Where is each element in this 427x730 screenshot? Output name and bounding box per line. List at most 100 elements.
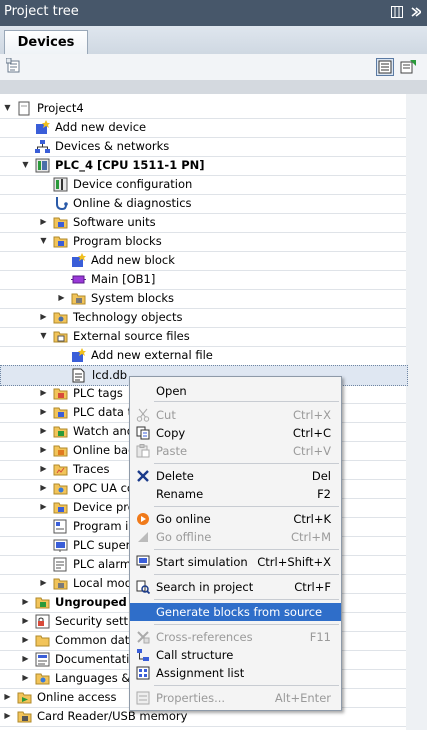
menu-item-cross-references[interactable]: Cross-references F11: [130, 628, 341, 646]
tree-item-program-blocks[interactable]: ▼ Program blocks: [0, 232, 406, 252]
alarm-text-icon: [53, 557, 68, 572]
tree-item-label: Online bac: [73, 443, 135, 457]
tree-item-label: Devices & networks: [55, 139, 170, 153]
tree-item-online-diagnostics[interactable]: Online & diagnostics: [0, 194, 406, 214]
menu-separator: [154, 685, 339, 686]
collapsed-arrow-icon[interactable]: ▶: [39, 312, 48, 321]
expanded-arrow-icon[interactable]: ▼: [3, 103, 12, 112]
collapsed-arrow-icon[interactable]: ▶: [3, 711, 12, 720]
menu-item-generate-blocks[interactable]: Generate blocks from source: [130, 603, 341, 621]
tree-item-label: Device configuration: [73, 177, 193, 191]
tab-devices[interactable]: Devices: [4, 30, 88, 55]
tree-item-label: lcd.db: [92, 368, 128, 382]
menu-item-label: Assignment list: [156, 666, 245, 680]
go-offline-icon: [136, 530, 150, 544]
collapsed-arrow-icon[interactable]: ▶: [39, 483, 48, 492]
menu-shortcut: Ctrl+C: [292, 426, 331, 440]
collapsed-arrow-icon[interactable]: ▶: [39, 217, 48, 226]
tree-item-add-new-external-file[interactable]: Add new external file: [0, 346, 406, 366]
simulation-icon: [136, 555, 150, 569]
collapsed-arrow-icon[interactable]: ▶: [3, 692, 12, 701]
tree-item-label: Watch and: [73, 424, 135, 438]
collapsed-arrow-icon[interactable]: ▶: [21, 616, 30, 625]
menu-item-label: Properties...: [156, 691, 226, 705]
collapsed-arrow-icon[interactable]: ▶: [39, 464, 48, 473]
tree-item-technology-objects[interactable]: ▶ Technology objects: [0, 308, 406, 328]
tree-item-label: External source files: [73, 329, 190, 343]
menu-item-label: Delete: [156, 469, 194, 483]
tree-item-software-units[interactable]: ▶ Software units: [0, 213, 406, 233]
tree-item-label: Documentatio: [55, 652, 137, 666]
menu-item-paste[interactable]: Paste Ctrl+V: [130, 442, 341, 460]
tree-item-main-ob1[interactable]: Main [OB1]: [0, 270, 406, 290]
tree-item-device-configuration[interactable]: Device configuration: [0, 175, 406, 195]
tree-item-label: PLC tags: [73, 386, 123, 400]
tree-item-label: OPC UA co: [73, 481, 134, 495]
collapsed-arrow-icon[interactable]: ▶: [21, 597, 30, 606]
collapsed-arrow-icon[interactable]: ▶: [39, 445, 48, 454]
collapsed-arrow-icon[interactable]: ▶: [39, 407, 48, 416]
folder-icon: [53, 443, 68, 458]
add-block-icon: [71, 253, 86, 268]
plc-icon: [35, 158, 50, 173]
menu-item-open[interactable]: Open: [130, 382, 341, 400]
export-icon[interactable]: [400, 58, 418, 76]
tree-item-label: Languages &: [55, 671, 131, 685]
tree-item-label: Program in: [73, 519, 136, 533]
panel-titlebar: Project tree: [0, 0, 427, 26]
overview-view-icon[interactable]: [376, 58, 394, 76]
menu-item-label: Copy: [156, 426, 186, 440]
menu-item-label: Go offline: [156, 530, 212, 544]
folder-icon: [35, 595, 50, 610]
tree-item-label: Project4: [37, 101, 84, 115]
collapsed-arrow-icon[interactable]: ▶: [21, 673, 30, 682]
menu-item-call-structure[interactable]: Call structure: [130, 646, 341, 664]
menu-item-assignment-list[interactable]: Assignment list: [130, 664, 341, 682]
menu-item-delete[interactable]: Delete Del: [130, 467, 341, 485]
tree-item-devices-networks[interactable]: Devices & networks: [0, 137, 406, 157]
project-icon: [17, 101, 32, 116]
collapsed-arrow-icon[interactable]: ▶: [39, 388, 48, 397]
tree-item-plc4[interactable]: ▼ PLC_4 [CPU 1511-1 PN]: [0, 156, 406, 176]
folder-icon: [53, 481, 68, 496]
add-device-icon: [35, 120, 50, 135]
tree-item-project4[interactable]: ▼ Project4: [0, 99, 406, 119]
menu-shortcut: Del: [311, 469, 331, 483]
expanded-arrow-icon[interactable]: ▼: [39, 331, 48, 340]
menu-item-properties[interactable]: Properties... Alt+Enter: [130, 689, 341, 707]
window-split-icon[interactable]: [390, 6, 403, 19]
tree-item-add-new-device[interactable]: Add new device: [0, 118, 406, 138]
menu-separator: [154, 624, 339, 625]
menu-item-go-offline[interactable]: Go offline Ctrl+M: [130, 528, 341, 546]
collapse-panel-icon[interactable]: [408, 6, 422, 19]
menu-item-rename[interactable]: Rename F2: [130, 485, 341, 503]
expanded-arrow-icon[interactable]: ▼: [21, 160, 30, 169]
collapsed-arrow-icon[interactable]: ▶: [21, 635, 30, 644]
folder-icon: [53, 462, 68, 477]
menu-item-search-in-project[interactable]: Search in project Ctrl+F: [130, 578, 341, 596]
tree-item-add-new-block[interactable]: Add new block: [0, 251, 406, 271]
collapsed-arrow-icon[interactable]: ▶: [39, 502, 48, 511]
expanded-arrow-icon[interactable]: ▼: [39, 236, 48, 245]
tree-toolbar: [0, 54, 427, 80]
menu-item-cut[interactable]: Cut Ctrl+X: [130, 406, 341, 424]
menu-item-copy[interactable]: Copy Ctrl+C: [130, 424, 341, 442]
tree-item-external-source-files[interactable]: ▼ External source files: [0, 327, 406, 347]
tree-item-system-blocks[interactable]: ▶ System blocks: [0, 289, 406, 309]
tree-options-icon[interactable]: [5, 57, 24, 76]
menu-shortcut: Ctrl+F: [294, 580, 331, 594]
collapsed-arrow-icon[interactable]: ▶: [21, 654, 30, 663]
collapsed-arrow-icon[interactable]: ▶: [39, 578, 48, 587]
collapsed-arrow-icon[interactable]: ▶: [39, 426, 48, 435]
collapsed-arrow-icon[interactable]: ▶: [57, 293, 66, 302]
tab-strip: Devices: [0, 26, 427, 55]
menu-item-go-online[interactable]: Go online Ctrl+K: [130, 510, 341, 528]
network-icon: [35, 139, 50, 154]
ob-block-icon: [71, 272, 86, 287]
menu-shortcut: Ctrl+K: [293, 512, 331, 526]
tree-item-label: Local mod: [73, 576, 132, 590]
tree-item-label: Card Reader/USB memory: [37, 709, 188, 723]
menu-item-start-simulation[interactable]: Start simulation Ctrl+Shift+X: [130, 553, 341, 571]
menu-separator: [154, 549, 339, 550]
tree-item-label: Device pro: [73, 500, 135, 514]
